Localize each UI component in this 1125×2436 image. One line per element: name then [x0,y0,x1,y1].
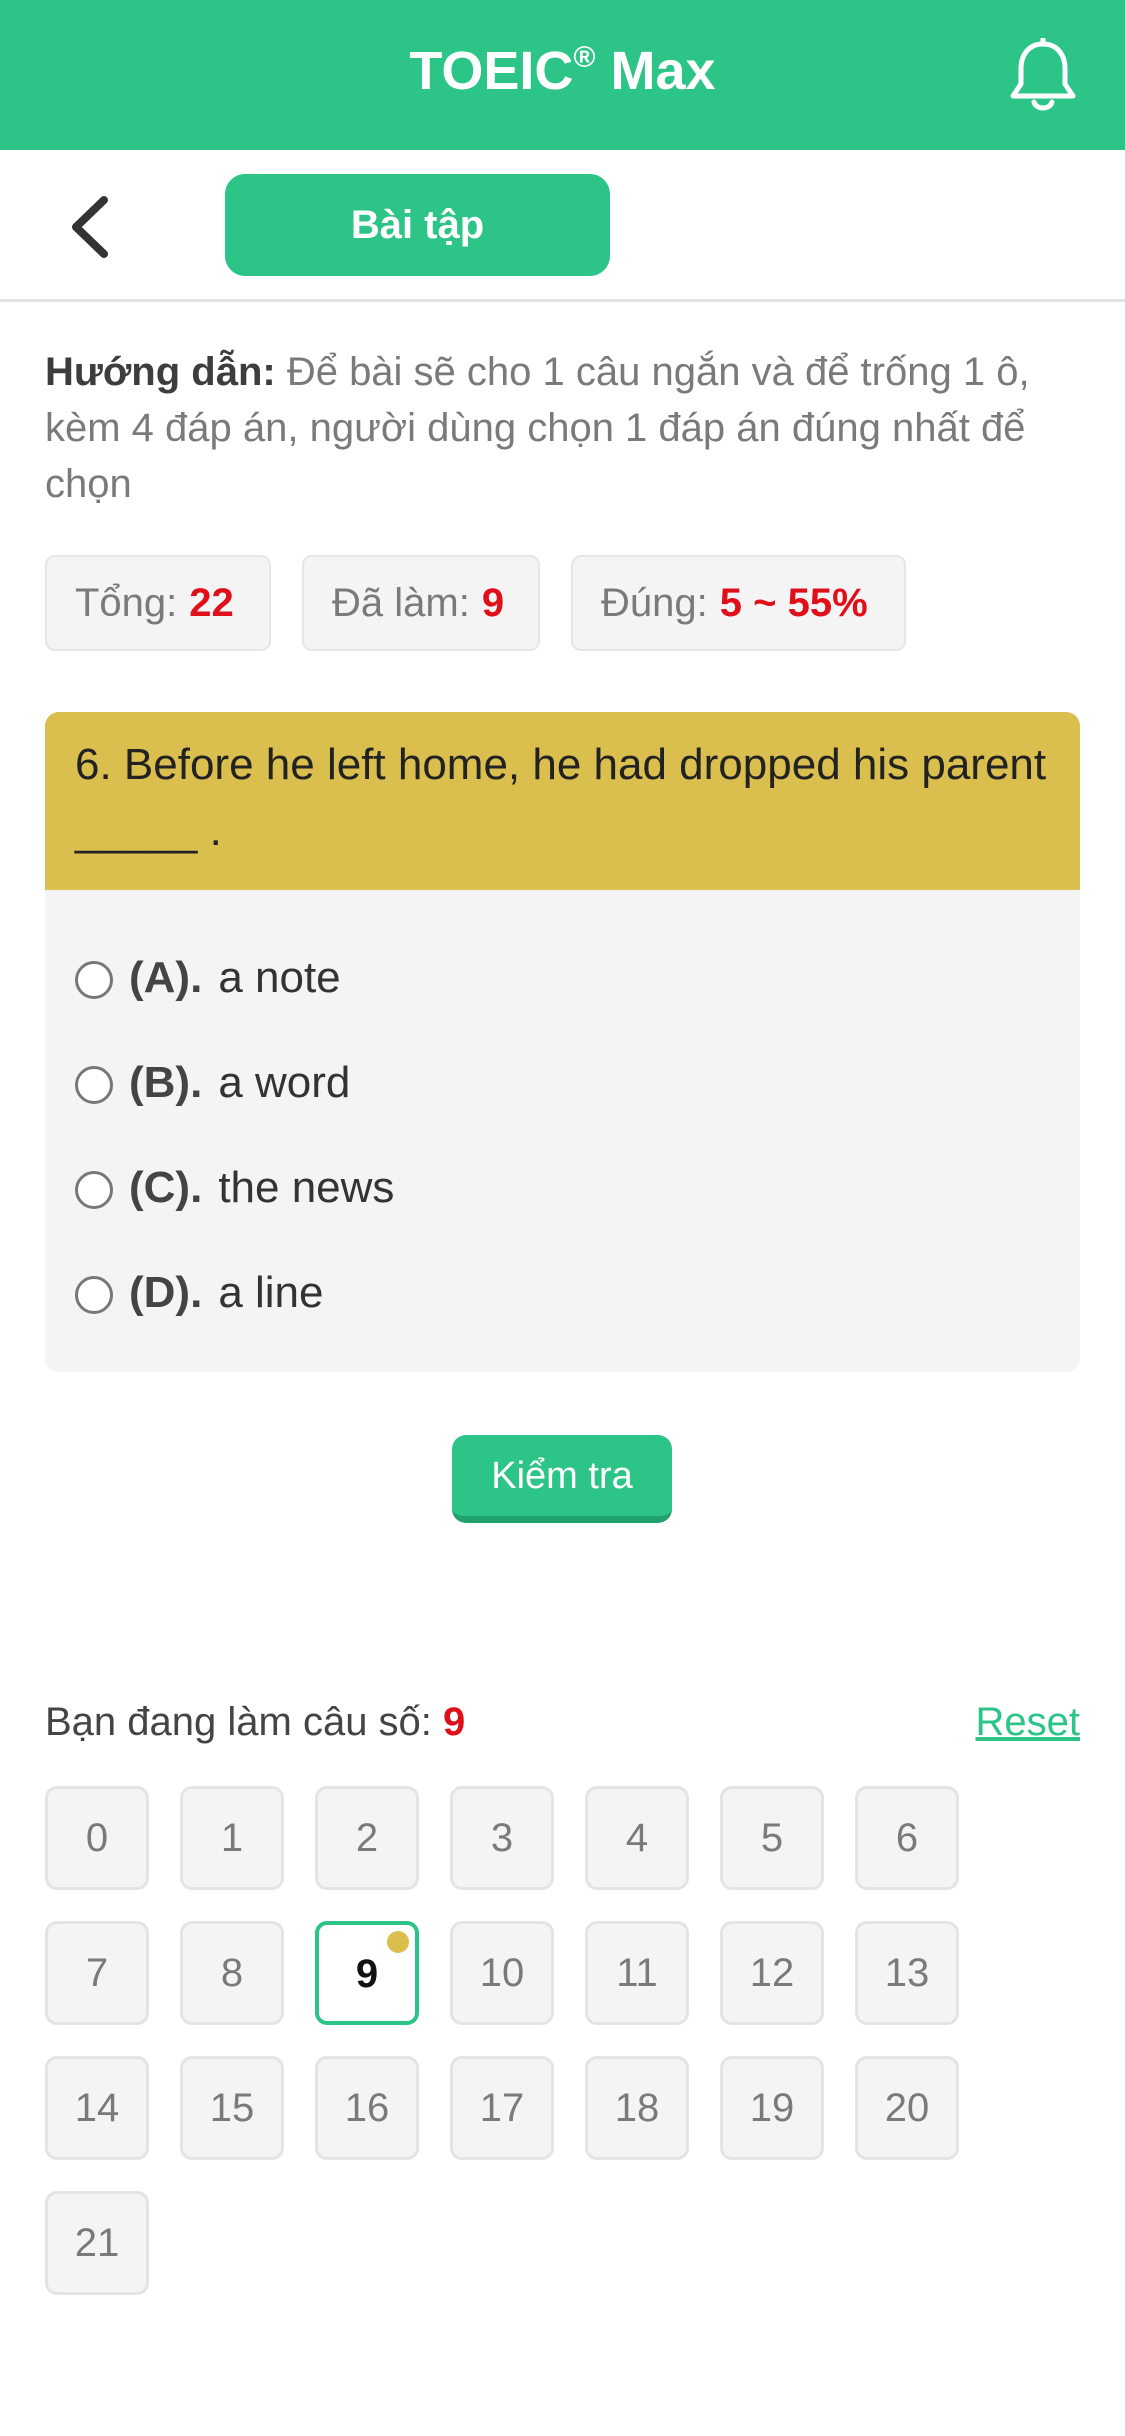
reset-link[interactable]: Reset [970,1700,1081,1745]
check-button[interactable]: Kiểm tra [452,1435,672,1523]
question-number-0[interactable]: 0 [45,1786,149,1890]
question-number-14[interactable]: 14 [45,2056,149,2160]
question-number-10[interactable]: 10 [450,1921,554,2025]
radio-button[interactable] [75,1066,113,1104]
bell-icon[interactable] [1008,35,1078,114]
question-text: 6. Before he left home, he had dropped h… [45,712,1080,890]
question-number-label: 13 [884,1951,930,1995]
question-number-label: 7 [85,1951,109,1995]
question-card: 6. Before he left home, he had dropped h… [45,712,1080,1372]
question-number-12[interactable]: 12 [720,1921,824,2025]
stat-total-value: 22 [189,581,234,625]
question-number-19[interactable]: 19 [720,2056,824,2160]
question-number-3[interactable]: 3 [450,1786,554,1890]
question-number-label: 3 [490,1816,514,1860]
stat-done-value: 9 [481,581,505,625]
option-c[interactable]: (C). the news [75,1148,394,1228]
option-d[interactable]: (D). a line [75,1253,324,1333]
question-number-label: 18 [614,2086,660,2130]
question-number-5[interactable]: 5 [720,1786,824,1890]
question-number-label: 19 [749,2086,795,2130]
question-number-13[interactable]: 13 [855,1921,959,2025]
radio-button[interactable] [75,1276,113,1314]
question-number-20[interactable]: 20 [855,2056,959,2160]
question-number-9[interactable]: 9 [315,1921,419,2025]
question-number-11[interactable]: 11 [585,1921,689,2025]
question-number-label: 12 [749,1951,795,1995]
stat-done: Đã làm: 9 [302,555,540,651]
question-number-8[interactable]: 8 [180,1921,284,2025]
option-a[interactable]: (A). a note [75,938,341,1018]
option-b[interactable]: (B). a word [75,1043,350,1123]
radio-button[interactable] [75,1171,113,1209]
app-title: TOEIC® Max [409,41,716,101]
instructions-label: Hướng dẫn: [45,350,276,394]
radio-button[interactable] [75,961,113,999]
question-number-label: 8 [220,1951,244,1995]
question-number-label: 2 [355,1816,379,1860]
question-number-label: 4 [625,1816,649,1860]
question-number-label: 15 [209,2086,255,2130]
question-number-label: 0 [85,1816,109,1860]
question-number-4[interactable]: 4 [585,1786,689,1890]
current-question-number: 9 [443,1700,466,1744]
stat-correct: Đúng: 5 ~ 55% [571,555,906,651]
question-number-label: 6 [895,1816,919,1860]
question-number-18[interactable]: 18 [585,2056,689,2160]
question-number-label: 10 [479,1951,525,1995]
app-header: TOEIC® Max [0,0,1125,150]
question-number-2[interactable]: 2 [315,1786,419,1890]
question-number-6[interactable]: 6 [855,1786,959,1890]
current-marker-dot [387,1931,409,1953]
question-number-label: 5 [760,1816,784,1860]
question-number-16[interactable]: 16 [315,2056,419,2160]
sub-header: Bài tập [0,150,1125,302]
question-number-label: 9 [355,1952,379,1996]
question-number-1[interactable]: 1 [180,1786,284,1890]
question-number-label: 1 [220,1816,244,1860]
question-number-label: 11 [616,1951,658,1995]
question-number-label: 21 [74,2221,120,2265]
question-number-label: 16 [344,2086,390,2130]
question-number-label: 14 [74,2086,120,2130]
question-number-15[interactable]: 15 [180,2056,284,2160]
tab-exercises[interactable]: Bài tập [225,174,610,276]
question-number-17[interactable]: 17 [450,2056,554,2160]
question-number-label: 20 [884,2086,930,2130]
stat-correct-value: 5 ~ 55% [719,581,868,625]
question-number-21[interactable]: 21 [45,2191,149,2295]
question-number-7[interactable]: 7 [45,1921,149,2025]
chevron-left-icon[interactable] [60,192,120,262]
current-question-label: Bạn đang làm câu số: 9 [45,1700,466,1744]
question-number-label: 17 [479,2086,525,2130]
stat-total: Tổng: 22 [45,555,271,651]
instructions: Hướng dẫn: Để bài sẽ cho 1 câu ngắn và đ… [45,344,1085,512]
